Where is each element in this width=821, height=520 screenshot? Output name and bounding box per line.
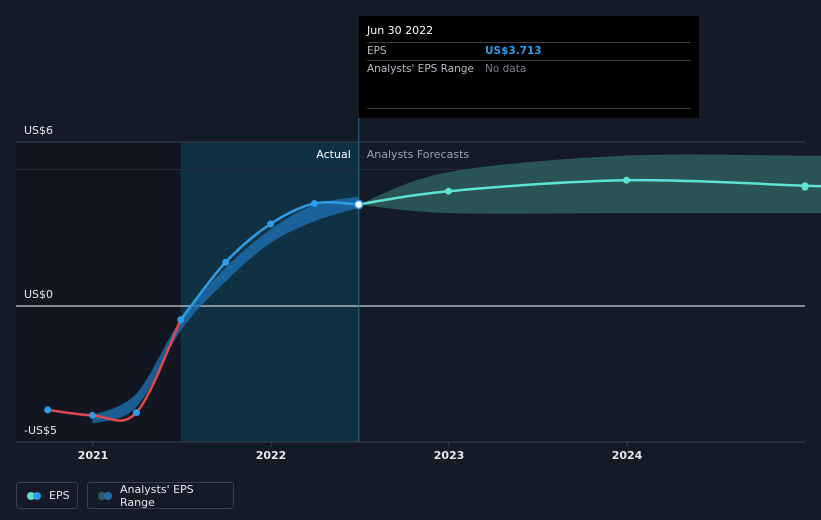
range-legend-icon [98,491,112,500]
x-tick-label: 2023 [434,449,465,462]
legend-range-label: Analysts' EPS Range [120,482,194,509]
tooltip-range-value: No data [485,63,527,75]
forecast-label: Analysts Forecasts [367,148,470,161]
x-tick-label: 2021 [78,449,109,462]
eps-actual-point [222,258,230,266]
eps-actual-point [132,409,140,417]
eps-actual-point [310,200,318,207]
tooltip-eps-row: EPS US$3.713 [367,43,691,61]
eps-legend-icon [27,491,41,500]
y-axis-label: -US$5 [24,424,57,437]
tooltip-range-row: Analysts' EPS Range No data [367,61,691,78]
tooltip-eps-value: US$3.713 [485,45,542,57]
y-axis-label: US$6 [24,124,53,137]
x-tick-label: 2022 [256,449,287,462]
legend-range-button[interactable]: Analysts' EPS Range [87,482,234,509]
hover-tooltip: Jun 30 2022 EPS US$3.713 Analysts' EPS R… [359,16,699,118]
legend-eps-label: EPS [49,489,70,502]
eps-actual-point [89,411,97,419]
eps-actual-point [44,406,52,414]
eps-actual-point [267,220,275,228]
eps-actual-point [177,316,185,324]
tooltip-date: Jun 30 2022 [367,22,691,43]
eps-forecast-point [801,183,809,191]
tooltip-eps-label: EPS [367,45,387,57]
eps-forecast-point [445,187,453,195]
x-tick-label: 2024 [612,449,643,462]
eps-actual-point [354,199,364,210]
actual-label: Actual [316,148,350,161]
tooltip-divider [367,108,691,109]
legend-eps-button[interactable]: EPS [16,482,78,509]
y-axis-label: US$0 [24,288,53,301]
tooltip-range-label: Analysts' EPS Range [367,63,474,75]
eps-forecast-point [623,176,631,184]
